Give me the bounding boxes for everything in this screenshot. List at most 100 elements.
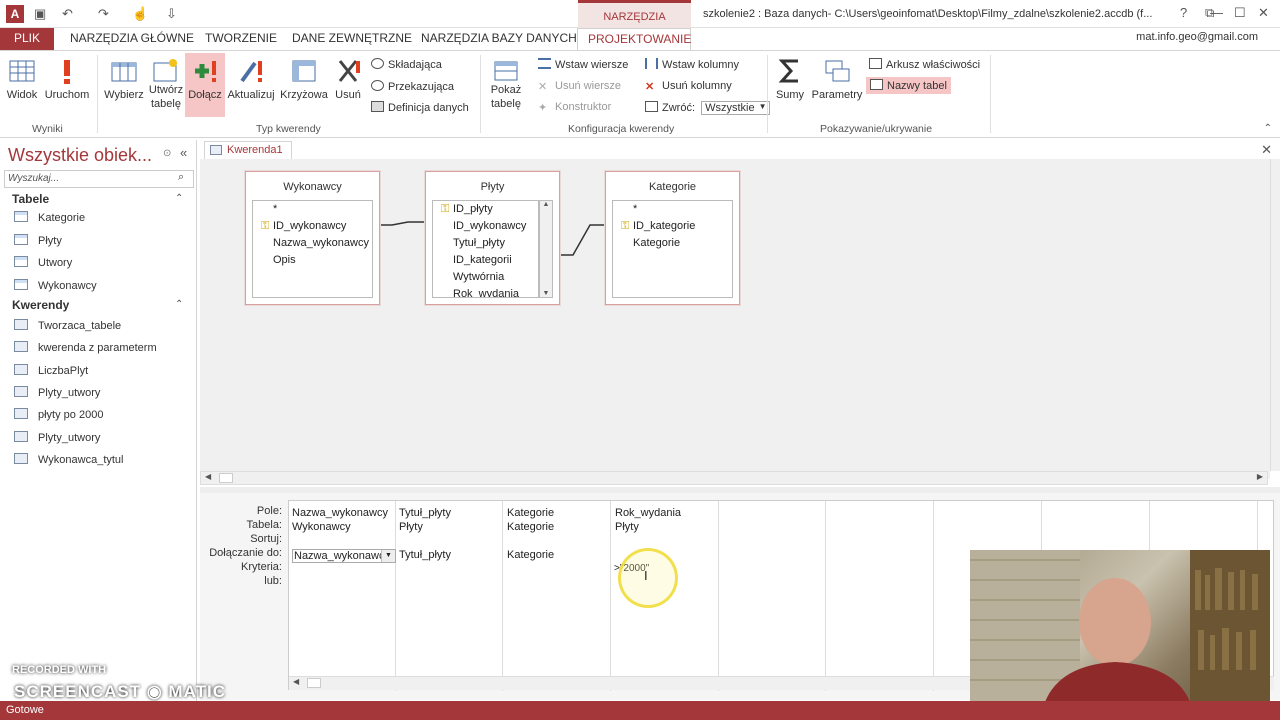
grid-cell-dolaczanie[interactable]: Kategorie [507, 549, 554, 561]
tab-kwerenda1[interactable]: Kwerenda1 [204, 141, 292, 159]
grid-cell-dolaczanie-dropdown[interactable]: Nazwa_wykonawc ▼ [292, 549, 396, 563]
krzyzowa-button[interactable]: Krzyżowa [280, 57, 328, 101]
grid-cell-pole[interactable]: Nazwa_wykonawcy [292, 507, 388, 519]
field-item[interactable]: Tytuł_płyty [433, 235, 538, 252]
field-item[interactable]: ID_kategorii [433, 252, 538, 269]
nav-search-input[interactable]: Wyszukaj... [4, 170, 194, 188]
table-box-wykonawcy[interactable]: Wykonawcy * ⚿ ID_wykonawcy Nazwa_wykonawc… [245, 171, 380, 305]
scroll-right-icon[interactable]: ▶ [1257, 472, 1263, 481]
widok-button[interactable]: Widok [6, 57, 38, 101]
grid-cell-tabela[interactable]: Kategorie [507, 521, 554, 533]
table-box-kategorie[interactable]: Kategorie * ⚿ ID_kategorie Kategorie [605, 171, 740, 305]
field-item[interactable]: Rok_wydania [433, 286, 538, 297]
nav-title[interactable]: Wszystkie obiek... [8, 145, 152, 166]
nav-menu-chevron-icon[interactable]: ⊙ [163, 148, 171, 159]
usun-kolumny-button[interactable]: ✕ Usuń kolumny [645, 80, 732, 93]
wstaw-kolumny-button[interactable]: Wstaw kolumny [645, 58, 739, 71]
field-item[interactable]: ⚿ ID_płyty [433, 201, 538, 218]
grid-column[interactable]: Kategorie Kategorie Kategorie [504, 501, 611, 691]
nav-table-item[interactable]: Utwory [14, 256, 72, 269]
usun-wiersze-button[interactable]: ✕ Usuń wiersze [538, 80, 621, 93]
nav-query-item[interactable]: płyty po 2000 [14, 408, 103, 421]
dolacz-button[interactable]: Dołącz [185, 53, 225, 117]
nav-query-item[interactable]: LiczbaPlyt [14, 364, 88, 377]
konstruktor-button[interactable]: ✦ Konstruktor [538, 101, 611, 114]
uruchom-button[interactable]: Uruchom [43, 57, 91, 101]
pokaz-tabele-button[interactable]: Pokaż tabelę [488, 57, 524, 111]
tab-plik[interactable]: PLIK [0, 28, 54, 50]
tab-narzedzia-bazy[interactable]: NARZĘDZIA BAZY DANYCH [411, 28, 587, 50]
grid-cell-dolaczanie[interactable]: Tytuł_płyty [399, 549, 451, 561]
touch-mode-icon[interactable]: ☝ [132, 6, 148, 22]
scroll-up-icon[interactable]: ▲ [540, 201, 552, 208]
field-list-scrollbar[interactable]: ▲ ▼ [539, 200, 553, 298]
collapse-ribbon-icon[interactable]: ⌃ [1264, 123, 1272, 134]
save-icon[interactable]: ▣ [34, 6, 46, 22]
parametry-button[interactable]: Parametry [810, 57, 864, 101]
scroll-down-icon[interactable]: ▼ [540, 290, 552, 297]
help-button[interactable]: ? [1180, 5, 1187, 20]
minimize-button[interactable]: — [1210, 5, 1223, 20]
definicja-danych-button[interactable]: Definicja danych [371, 101, 469, 114]
field-item[interactable]: Kategorie [613, 235, 732, 252]
collapse-section-icon[interactable]: ⌃ [175, 299, 183, 310]
nav-query-item[interactable]: Plyty_utwory [14, 386, 100, 399]
field-item[interactable]: * [613, 201, 732, 218]
arkusz-wlasciwosci-button[interactable]: Arkusz właściwości [869, 58, 980, 71]
maximize-button[interactable]: ☐ [1234, 5, 1246, 21]
grid-column[interactable]: Tytuł_płyty Płyty Tytuł_płyty [396, 501, 503, 691]
grid-cell-tabela[interactable]: Wykonawcy [292, 521, 351, 533]
close-button[interactable]: ✕ [1258, 5, 1269, 21]
scroll-left-icon[interactable]: ◀ [293, 677, 299, 686]
field-item[interactable]: Wytwórnia [433, 269, 538, 286]
close-document-icon[interactable]: ✕ [1261, 142, 1272, 158]
search-icon[interactable]: ⌕ [178, 171, 184, 184]
grid-cell-pole[interactable]: Kategorie [507, 507, 554, 519]
collapse-section-icon[interactable]: ⌃ [175, 193, 183, 204]
field-item[interactable]: Opis [253, 252, 372, 269]
zwroc-dropdown[interactable]: Wszystkie ▼ [701, 101, 770, 115]
vertical-scrollbar[interactable] [1270, 159, 1280, 471]
nav-table-item[interactable]: Kategorie [14, 211, 85, 224]
grid-cell-tabela[interactable]: Płyty [399, 521, 423, 533]
section-tabele[interactable]: Tabele [12, 192, 49, 206]
sumy-button[interactable]: Sumy [774, 57, 806, 101]
undo-icon[interactable]: ↶ [62, 6, 73, 22]
section-kwerendy[interactable]: Kwerendy [12, 298, 69, 312]
tab-dane-zewnetrzne[interactable]: DANE ZEWNĘTRZNE [282, 28, 422, 50]
nav-query-item[interactable]: Plyty_utwory [14, 431, 100, 444]
tab-narzedzia-glowne[interactable]: NARZĘDZIA GŁÓWNE [60, 28, 204, 50]
tab-projektowanie[interactable]: PROJEKTOWANIE [577, 28, 691, 50]
nav-query-item[interactable]: kwerenda z parameterm [14, 341, 157, 354]
grid-cell-pole[interactable]: Rok_wydania [615, 507, 681, 519]
aktualizuj-button[interactable]: Aktualizuj [226, 57, 276, 101]
account-email[interactable]: mat.info.geo@gmail.com [1136, 31, 1258, 43]
shutter-close-icon[interactable]: « [180, 145, 187, 160]
skladajaca-button[interactable]: Składająca [371, 58, 442, 71]
scroll-thumb[interactable] [219, 473, 233, 483]
scroll-thumb[interactable] [307, 678, 321, 688]
horizontal-scrollbar[interactable]: ◀ ▶ [200, 471, 1268, 485]
nav-query-item[interactable]: Wykonawca_tytul [14, 453, 124, 466]
customize-toolbar-icon[interactable]: ⇩ [166, 6, 177, 22]
access-app-icon[interactable]: A [6, 5, 24, 23]
field-item[interactable]: Nazwa_wykonawcy [253, 235, 372, 252]
grid-column-empty[interactable] [719, 501, 826, 691]
field-item[interactable]: ⚿ ID_wykonawcy [253, 218, 372, 235]
grid-cell-pole[interactable]: Tytuł_płyty [399, 507, 451, 519]
przekazujaca-button[interactable]: Przekazująca [371, 80, 454, 93]
redo-icon[interactable]: ↷ [98, 6, 109, 22]
usun-query-button[interactable]: Usuń [333, 57, 363, 101]
tab-tworzenie[interactable]: TWORZENIE [195, 28, 287, 50]
table-box-plyty[interactable]: Płyty ⚿ ID_płyty ID_wykonawcy Tytuł_płyty… [425, 171, 560, 305]
scroll-left-icon[interactable]: ◀ [205, 472, 211, 481]
chevron-down-icon[interactable]: ▼ [381, 550, 395, 562]
wybierz-button[interactable]: Wybierz [104, 57, 144, 101]
field-item[interactable]: ID_wykonawcy [433, 218, 538, 235]
wstaw-wiersze-button[interactable]: Wstaw wiersze [538, 58, 628, 71]
grid-column-empty[interactable] [827, 501, 934, 691]
grid-cell-tabela[interactable]: Płyty [615, 521, 639, 533]
nazwy-tabel-button[interactable]: Nazwy tabel [866, 77, 951, 94]
field-item[interactable]: ⚿ ID_kategorie [613, 218, 732, 235]
nav-table-item[interactable]: Płyty [14, 234, 62, 247]
